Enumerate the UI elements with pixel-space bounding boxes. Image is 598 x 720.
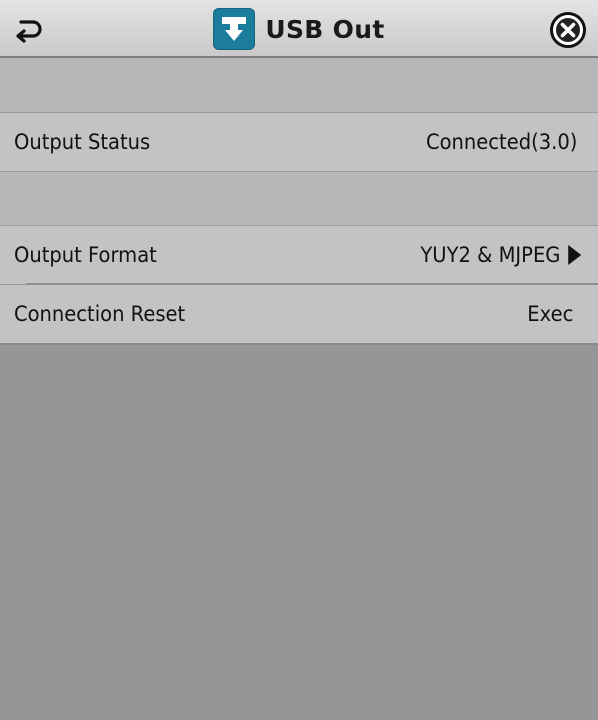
close-button[interactable] [548, 10, 588, 50]
output-format-value: YUY2 & MJPEG [421, 243, 598, 267]
usb-out-icon [213, 8, 256, 50]
page-title: USB Out [265, 14, 385, 44]
output-format-text: YUY2 & MJPEG [420, 243, 561, 267]
section-spacer [0, 58, 598, 113]
output-format-label: Output Format [13, 243, 157, 267]
chevron-right-icon [568, 245, 582, 265]
header-bar: USB Out [0, 0, 598, 58]
section-divider [0, 343, 598, 345]
output-status-text: Connected(3.0) [426, 130, 578, 154]
close-icon [550, 12, 586, 48]
connection-reset-row[interactable]: Connection Reset Exec [0, 285, 598, 343]
output-status-row: Output Status Connected(3.0) [0, 113, 598, 171]
connection-reset-label: Connection Reset [13, 302, 186, 326]
output-status-label: Output Status [13, 130, 151, 154]
section-spacer [0, 171, 598, 226]
usb-out-screen: USB Out Output Status Connected(3.0) Out… [0, 0, 598, 720]
exec-button-text[interactable]: Exec [528, 302, 574, 326]
back-arrow-icon [16, 20, 42, 43]
back-button[interactable] [10, 14, 48, 46]
title-group: USB Out [0, 0, 598, 58]
output-format-row[interactable]: Output Format YUY2 & MJPEG [0, 226, 598, 284]
output-status-value: Connected(3.0) [426, 130, 598, 154]
connection-reset-value: Exec [528, 302, 598, 326]
